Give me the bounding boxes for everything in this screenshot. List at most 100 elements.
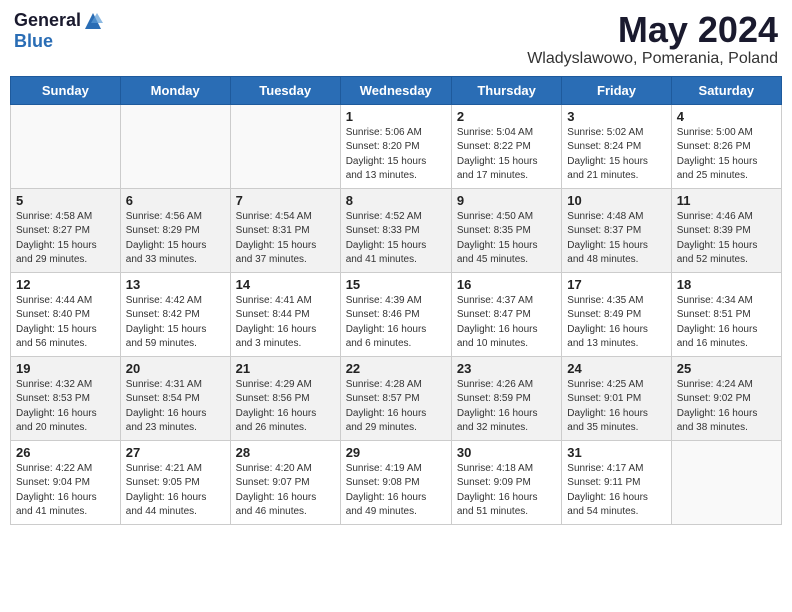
calendar-cell: 8Sunrise: 4:52 AM Sunset: 8:33 PM Daylig… xyxy=(340,188,451,272)
day-info: Sunrise: 5:00 AM Sunset: 8:26 PM Dayligh… xyxy=(677,126,776,184)
day-info: Sunrise: 4:58 AM Sunset: 8:27 PM Dayligh… xyxy=(16,210,115,268)
day-number: 22 xyxy=(346,361,446,376)
weekday-header-monday: Monday xyxy=(120,76,230,104)
calendar-cell: 16 Sunrise: 4:37 AM Sunset: 8:47 PM Dayli… xyxy=(451,272,561,356)
day-number: 18 xyxy=(677,277,776,292)
calendar-cell xyxy=(230,104,340,188)
day-number: 16 xyxy=(457,277,556,292)
calendar-cell: 15 Sunrise: 4:39 AM Sunset: 8:46 PM Dayli… xyxy=(340,272,451,356)
day-info: Sunrise: 4:54 AM Sunset: 8:31 PM Dayligh… xyxy=(236,210,335,268)
day-info: Sunrise: 4:29 AM Sunset: 8:56 PM Dayligh… xyxy=(236,378,335,436)
day-number: 10 xyxy=(567,193,665,208)
calendar-cell: 17 Sunrise: 4:35 AM Sunset: 8:49 PM Dayli… xyxy=(562,272,671,356)
day-number: 7 xyxy=(236,193,335,208)
calendar-cell: 23 Sunrise: 4:26 AM Sunset: 8:59 PM Dayli… xyxy=(451,356,561,440)
day-info: Sunrise: 4:35 AM Sunset: 8:49 PM Dayligh… xyxy=(567,294,665,352)
day-info: Sunrise: 4:28 AM Sunset: 8:57 PM Dayligh… xyxy=(346,378,446,436)
day-info: Sunrise: 4:17 AM Sunset: 9:11 PM Dayligh… xyxy=(567,462,665,520)
day-number: 6 xyxy=(126,193,225,208)
title-section: May 2024 Wladyslawowo, Pomerania, Poland xyxy=(527,10,778,68)
day-number: 28 xyxy=(236,445,335,460)
day-number: 1 xyxy=(346,109,446,124)
month-title: May 2024 xyxy=(527,10,778,50)
calendar-table: SundayMondayTuesdayWednesdayThursdayFrid… xyxy=(10,76,782,525)
calendar-cell: 1Sunrise: 5:06 AM Sunset: 8:20 PM Daylig… xyxy=(340,104,451,188)
day-info: Sunrise: 4:42 AM Sunset: 8:42 PM Dayligh… xyxy=(126,294,225,352)
day-info: Sunrise: 4:26 AM Sunset: 8:59 PM Dayligh… xyxy=(457,378,556,436)
calendar-week-row: 5 Sunrise: 4:58 AM Sunset: 8:27 PM Daylig… xyxy=(11,188,782,272)
calendar-cell xyxy=(671,440,781,524)
calendar-cell: 21 Sunrise: 4:29 AM Sunset: 8:56 PM Dayli… xyxy=(230,356,340,440)
calendar-cell: 2Sunrise: 5:04 AM Sunset: 8:22 PM Daylig… xyxy=(451,104,561,188)
day-info: Sunrise: 4:20 AM Sunset: 9:07 PM Dayligh… xyxy=(236,462,335,520)
day-info: Sunrise: 4:37 AM Sunset: 8:47 PM Dayligh… xyxy=(457,294,556,352)
calendar-cell: 9Sunrise: 4:50 AM Sunset: 8:35 PM Daylig… xyxy=(451,188,561,272)
day-number: 23 xyxy=(457,361,556,376)
calendar-cell: 10 Sunrise: 4:48 AM Sunset: 8:37 PM Dayli… xyxy=(562,188,671,272)
logo-icon xyxy=(83,11,103,31)
day-info: Sunrise: 4:44 AM Sunset: 8:40 PM Dayligh… xyxy=(16,294,115,352)
calendar-cell: 3Sunrise: 5:02 AM Sunset: 8:24 PM Daylig… xyxy=(562,104,671,188)
calendar-cell: 31 Sunrise: 4:17 AM Sunset: 9:11 PM Dayli… xyxy=(562,440,671,524)
weekday-header-thursday: Thursday xyxy=(451,76,561,104)
calendar-cell xyxy=(11,104,121,188)
day-number: 30 xyxy=(457,445,556,460)
weekday-header-wednesday: Wednesday xyxy=(340,76,451,104)
weekday-header-tuesday: Tuesday xyxy=(230,76,340,104)
day-number: 29 xyxy=(346,445,446,460)
calendar-week-row: 26 Sunrise: 4:22 AM Sunset: 9:04 PM Dayli… xyxy=(11,440,782,524)
day-number: 19 xyxy=(16,361,115,376)
day-number: 11 xyxy=(677,193,776,208)
calendar-cell: 29 Sunrise: 4:19 AM Sunset: 9:08 PM Dayli… xyxy=(340,440,451,524)
day-info: Sunrise: 4:46 AM Sunset: 8:39 PM Dayligh… xyxy=(677,210,776,268)
weekday-header-saturday: Saturday xyxy=(671,76,781,104)
day-number: 21 xyxy=(236,361,335,376)
calendar-cell: 22 Sunrise: 4:28 AM Sunset: 8:57 PM Dayli… xyxy=(340,356,451,440)
day-number: 20 xyxy=(126,361,225,376)
day-info: Sunrise: 4:24 AM Sunset: 9:02 PM Dayligh… xyxy=(677,378,776,436)
day-info: Sunrise: 4:39 AM Sunset: 8:46 PM Dayligh… xyxy=(346,294,446,352)
calendar-cell: 24Sunrise: 4:25 AM Sunset: 9:01 PM Dayli… xyxy=(562,356,671,440)
day-info: Sunrise: 4:34 AM Sunset: 8:51 PM Dayligh… xyxy=(677,294,776,352)
location-title: Wladyslawowo, Pomerania, Poland xyxy=(527,50,778,68)
calendar-cell: 4 Sunrise: 5:00 AM Sunset: 8:26 PM Daylig… xyxy=(671,104,781,188)
calendar-cell: 25 Sunrise: 4:24 AM Sunset: 9:02 PM Dayli… xyxy=(671,356,781,440)
calendar-cell: 6 Sunrise: 4:56 AM Sunset: 8:29 PM Daylig… xyxy=(120,188,230,272)
calendar-cell: 30 Sunrise: 4:18 AM Sunset: 9:09 PM Dayli… xyxy=(451,440,561,524)
calendar-cell: 26 Sunrise: 4:22 AM Sunset: 9:04 PM Dayli… xyxy=(11,440,121,524)
day-number: 4 xyxy=(677,109,776,124)
calendar-cell: 7 Sunrise: 4:54 AM Sunset: 8:31 PM Daylig… xyxy=(230,188,340,272)
day-info: Sunrise: 4:56 AM Sunset: 8:29 PM Dayligh… xyxy=(126,210,225,268)
day-number: 25 xyxy=(677,361,776,376)
calendar-cell: 20 Sunrise: 4:31 AM Sunset: 8:54 PM Dayli… xyxy=(120,356,230,440)
day-info: Sunrise: 4:18 AM Sunset: 9:09 PM Dayligh… xyxy=(457,462,556,520)
day-number: 17 xyxy=(567,277,665,292)
day-number: 26 xyxy=(16,445,115,460)
logo: General Blue xyxy=(14,10,103,52)
calendar-week-row: 12 Sunrise: 4:44 AM Sunset: 8:40 PM Dayli… xyxy=(11,272,782,356)
day-number: 8 xyxy=(346,193,446,208)
day-info: Sunrise: 4:21 AM Sunset: 9:05 PM Dayligh… xyxy=(126,462,225,520)
day-number: 15 xyxy=(346,277,446,292)
day-number: 12 xyxy=(16,277,115,292)
day-number: 9 xyxy=(457,193,556,208)
day-number: 24 xyxy=(567,361,665,376)
day-info: Sunrise: 4:32 AM Sunset: 8:53 PM Dayligh… xyxy=(16,378,115,436)
day-info: Sunrise: 4:31 AM Sunset: 8:54 PM Dayligh… xyxy=(126,378,225,436)
calendar-cell: 5 Sunrise: 4:58 AM Sunset: 8:27 PM Daylig… xyxy=(11,188,121,272)
day-number: 14 xyxy=(236,277,335,292)
calendar-cell: 28 Sunrise: 4:20 AM Sunset: 9:07 PM Dayli… xyxy=(230,440,340,524)
calendar-cell: 11 Sunrise: 4:46 AM Sunset: 8:39 PM Dayli… xyxy=(671,188,781,272)
day-number: 13 xyxy=(126,277,225,292)
day-info: Sunrise: 4:48 AM Sunset: 8:37 PM Dayligh… xyxy=(567,210,665,268)
day-info: Sunrise: 4:19 AM Sunset: 9:08 PM Dayligh… xyxy=(346,462,446,520)
calendar-header-row: SundayMondayTuesdayWednesdayThursdayFrid… xyxy=(11,76,782,104)
calendar-cell: 18 Sunrise: 4:34 AM Sunset: 8:51 PM Dayli… xyxy=(671,272,781,356)
weekday-header-sunday: Sunday xyxy=(11,76,121,104)
day-number: 31 xyxy=(567,445,665,460)
day-number: 5 xyxy=(16,193,115,208)
day-info: Sunrise: 4:22 AM Sunset: 9:04 PM Dayligh… xyxy=(16,462,115,520)
calendar-cell: 12 Sunrise: 4:44 AM Sunset: 8:40 PM Dayli… xyxy=(11,272,121,356)
calendar-week-row: 1Sunrise: 5:06 AM Sunset: 8:20 PM Daylig… xyxy=(11,104,782,188)
calendar-cell: 27Sunrise: 4:21 AM Sunset: 9:05 PM Dayli… xyxy=(120,440,230,524)
